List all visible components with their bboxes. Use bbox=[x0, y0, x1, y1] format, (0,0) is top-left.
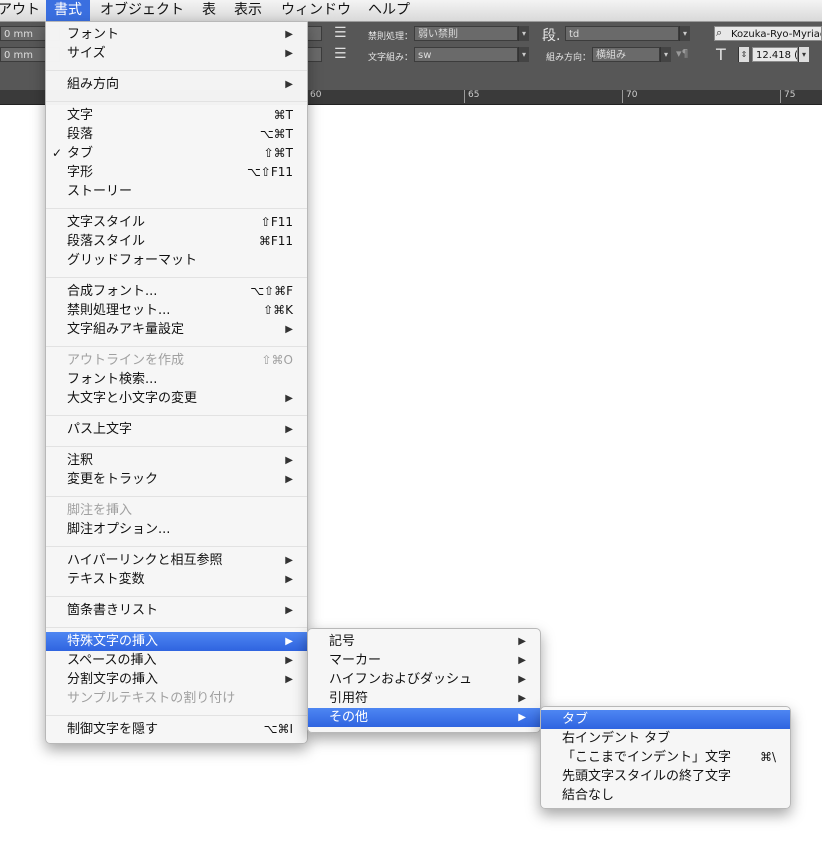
panel-field-stub-1[interactable] bbox=[306, 26, 322, 41]
menu-item-paragraph[interactable]: 段落 ⌥⌘T bbox=[46, 125, 307, 144]
chevron-down-icon[interactable]: ▾ bbox=[518, 47, 529, 62]
submenu-item-indent-to-here[interactable]: 「ここまでインデント」文字 ⌘\ bbox=[541, 748, 790, 767]
kumihoukou-label: 組み方向： bbox=[546, 53, 592, 63]
menu-separator bbox=[46, 446, 307, 447]
menubar: アウト 書式 オブジェクト 表 表示 ウィンドウ ヘルプ bbox=[0, 0, 822, 22]
checkmark-icon: ✓ bbox=[52, 146, 63, 160]
menu-item-mojikumi[interactable]: 文字組みアキ量設定 ▶ bbox=[46, 320, 307, 339]
align-lines-icon-2[interactable]: ☰ bbox=[334, 46, 347, 62]
menu-item-notes[interactable]: 注釈 ▶ bbox=[46, 451, 307, 470]
menu-separator bbox=[46, 627, 307, 628]
menu-item-glyphs[interactable]: 字形 ⌥⇧F11 bbox=[46, 163, 307, 182]
menu-item-change-case[interactable]: 大文字と小文字の変更 ▶ bbox=[46, 389, 307, 408]
menu-item-footnote-options[interactable]: 脚注オプション... bbox=[46, 520, 307, 539]
pilcrow-icon[interactable]: ▾¶ bbox=[676, 46, 689, 62]
kumihoukou-select[interactable]: 横組み bbox=[592, 47, 660, 62]
chevron-down-icon[interactable]: ▾ bbox=[660, 47, 671, 62]
menu-item-track-changes[interactable]: 変更をトラック ▶ bbox=[46, 470, 307, 489]
submenu-item-quotation-marks[interactable]: 引用符 ▶ bbox=[308, 689, 540, 708]
menu-separator bbox=[46, 415, 307, 416]
chevron-down-icon[interactable]: ▾ bbox=[679, 26, 690, 41]
menu-separator bbox=[46, 346, 307, 347]
menu-item-composite-font[interactable]: 合成フォント... ⌥⇧⌘F bbox=[46, 282, 307, 301]
menu-item-fill-placeholder-text: サンプルテキストの割り付け bbox=[67, 691, 236, 706]
chevron-down-icon[interactable]: ▾ bbox=[518, 26, 529, 41]
menu-item-hide-hidden-characters[interactable]: 制御文字を隠す ⌥⌘I bbox=[46, 720, 307, 739]
mojigumi-select[interactable]: sw bbox=[414, 47, 518, 62]
menu-item-text-variables[interactable]: テキスト変数 ▶ bbox=[46, 570, 307, 589]
font-size-icon: T bbox=[716, 45, 726, 64]
dan-select[interactable]: td bbox=[565, 26, 679, 41]
menu-item-find-font[interactable]: フォント検索... bbox=[46, 370, 307, 389]
kinsoku-label: 禁則処理： bbox=[368, 32, 414, 42]
other-submenu: タブ 右インデント タブ 「ここまでインデント」文字 ⌘\ 先頭文字スタイルの終了… bbox=[540, 706, 791, 809]
submenu-item-non-joiner[interactable]: 結合なし bbox=[541, 786, 790, 805]
menu-separator bbox=[46, 208, 307, 209]
menu-item-character-styles[interactable]: 文字スタイル ⇧F11 bbox=[46, 213, 307, 232]
dan-label: 段. bbox=[542, 28, 561, 44]
menu-item-insert-white-space[interactable]: スペースの挿入 ▶ bbox=[46, 651, 307, 670]
menu-item-type-on-path[interactable]: パス上文字 ▶ bbox=[46, 420, 307, 439]
menu-separator bbox=[46, 546, 307, 547]
menubar-help[interactable]: ヘルプ bbox=[360, 0, 418, 21]
menu-separator bbox=[46, 101, 307, 102]
submenu-item-end-nested-style[interactable]: 先頭文字スタイルの終了文字 bbox=[541, 767, 790, 786]
menu-item-insert-special-character[interactable]: 特殊文字の挿入 ▶ bbox=[46, 632, 307, 651]
menu-separator bbox=[46, 596, 307, 597]
menu-item-paragraph-styles[interactable]: 段落スタイル ⌘F11 bbox=[46, 232, 307, 251]
menubar-view[interactable]: 表示 bbox=[226, 0, 270, 21]
search-icon: ⌕ bbox=[716, 26, 723, 39]
menubar-table[interactable]: 表 bbox=[194, 0, 224, 21]
menu-item-direction[interactable]: 組み方向 ▶ bbox=[46, 75, 307, 94]
submenu-item-symbols[interactable]: 記号 ▶ bbox=[308, 632, 540, 651]
menubar-object[interactable]: オブジェクト bbox=[92, 0, 192, 21]
menu-item-tabs[interactable]: ✓ タブ ⇧⌘T bbox=[46, 144, 307, 163]
ruler-label: 70 bbox=[622, 90, 637, 103]
stepper-icon[interactable]: ⇕ bbox=[738, 47, 749, 62]
menu-item-insert-break-character[interactable]: 分割文字の挿入 ▶ bbox=[46, 670, 307, 689]
submenu-item-markers[interactable]: マーカー ▶ bbox=[308, 651, 540, 670]
submenu-item-other[interactable]: その他 ▶ bbox=[308, 708, 540, 727]
menu-item-story[interactable]: ストーリー bbox=[46, 182, 307, 201]
submenu-item-right-indent-tab[interactable]: 右インデント タブ bbox=[541, 729, 790, 748]
menu-separator bbox=[46, 715, 307, 716]
submenu-item-hyphens-dashes[interactable]: ハイフンおよびダッシュ ▶ bbox=[308, 670, 540, 689]
menu-item-kinsoku-set[interactable]: 禁則処理セット... ⇧⌘K bbox=[46, 301, 307, 320]
menu-item-bulleted-lists[interactable]: 箇条書きリスト ▶ bbox=[46, 601, 307, 620]
menu-separator bbox=[46, 70, 307, 71]
ruler-label: 65 bbox=[464, 90, 479, 103]
menu-separator bbox=[46, 496, 307, 497]
submenu-item-tab[interactable]: タブ bbox=[541, 710, 790, 729]
menu-item-hyperlinks[interactable]: ハイパーリンクと相互参照 ▶ bbox=[46, 551, 307, 570]
kinsoku-select[interactable]: 弱い禁則 bbox=[414, 26, 518, 41]
menubar-type[interactable]: 書式 bbox=[46, 0, 90, 21]
font-size-field[interactable]: 12.418 ( bbox=[752, 47, 798, 62]
ruler-label: 60 bbox=[306, 90, 321, 103]
chevron-down-icon[interactable]: ▾ bbox=[798, 47, 809, 62]
menubar-layout[interactable]: アウト bbox=[0, 0, 48, 21]
align-lines-icon[interactable]: ☰ bbox=[334, 25, 347, 41]
menu-separator bbox=[46, 277, 307, 278]
special-character-submenu: 記号 ▶ マーカー ▶ ハイフンおよびダッシュ ▶ 引用符 ▶ その他 ▶ bbox=[307, 628, 541, 733]
panel-field-stub-2[interactable] bbox=[306, 47, 322, 62]
mojigumi-label: 文字組み： bbox=[368, 53, 414, 63]
menu-item-create-outlines: アウトラインを作成 ⇧⌘O bbox=[67, 353, 293, 368]
ruler-label: 75 bbox=[780, 90, 795, 103]
menu-item-font[interactable]: フォント ▶ bbox=[46, 25, 307, 44]
menu-item-insert-footnote: 脚注を挿入 bbox=[67, 503, 133, 518]
menu-item-character[interactable]: 文字 ⌘T bbox=[46, 106, 307, 125]
font-family-field[interactable]: Kozuka-Ryo-Myriad bbox=[714, 26, 822, 41]
menu-item-size[interactable]: サイズ ▶ bbox=[46, 44, 307, 63]
menubar-window[interactable]: ウィンドウ bbox=[273, 0, 359, 21]
menu-item-grid-format[interactable]: グリッドフォーマット bbox=[46, 251, 307, 270]
type-menu: フォント ▶ サイズ ▶ 組み方向 ▶ 文字 ⌘T 段落 ⌥⌘T ✓ タブ ⇧⌘T 字形 ⌥⇧F… bbox=[45, 21, 308, 744]
